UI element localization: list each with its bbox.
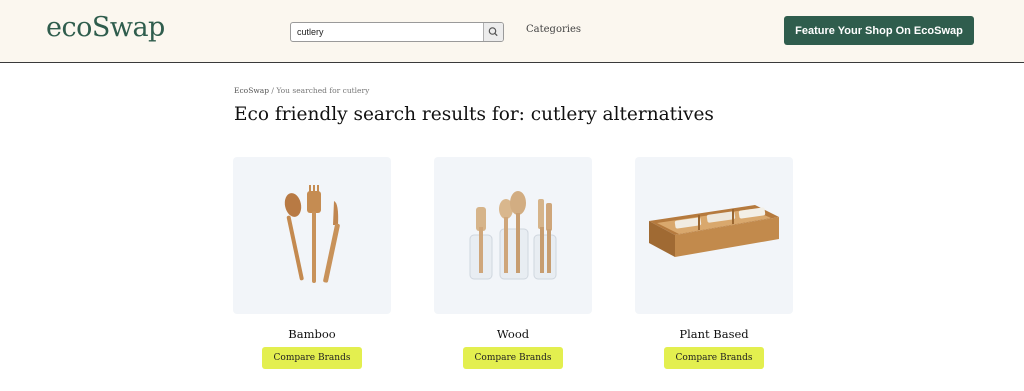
page-title: Eco friendly search results for: cutlery… bbox=[234, 104, 714, 125]
compare-brands-button[interactable]: Compare Brands bbox=[262, 347, 362, 369]
compare-brands-button[interactable]: Compare Brands bbox=[664, 347, 764, 369]
categories-link[interactable]: Categories bbox=[526, 24, 581, 35]
breadcrumb-current: You searched for cutlery bbox=[276, 86, 370, 95]
product-card-wood[interactable]: Wood Compare Brands bbox=[434, 157, 592, 369]
product-name: Wood bbox=[496, 327, 530, 341]
breadcrumb: EcoSwap / You searched for cutlery bbox=[234, 86, 369, 95]
breadcrumb-home-link[interactable]: EcoSwap bbox=[234, 86, 269, 95]
search-icon bbox=[488, 27, 498, 37]
feature-shop-button[interactable]: Feature Your Shop On EcoSwap bbox=[784, 16, 974, 45]
site-header: ecoSwap Categories Feature Your Shop On … bbox=[0, 0, 1024, 63]
product-card-bamboo[interactable]: Bamboo Compare Brands bbox=[233, 157, 391, 369]
product-name: Plant Based bbox=[679, 327, 749, 341]
wood-cutlery-image[interactable] bbox=[434, 157, 592, 314]
logo-text: ecoSwap bbox=[46, 12, 165, 43]
product-card-plant-based[interactable]: Plant Based Compare Brands bbox=[635, 157, 793, 369]
search-button[interactable] bbox=[483, 23, 503, 41]
bamboo-cutlery-image[interactable] bbox=[233, 157, 391, 314]
logo[interactable]: ecoSwap bbox=[46, 12, 165, 43]
search-box bbox=[290, 22, 504, 42]
compare-brands-button[interactable]: Compare Brands bbox=[463, 347, 563, 369]
product-name: Bamboo bbox=[288, 327, 336, 341]
search-input[interactable] bbox=[291, 23, 483, 41]
plant-based-cutlery-image[interactable] bbox=[635, 157, 793, 314]
